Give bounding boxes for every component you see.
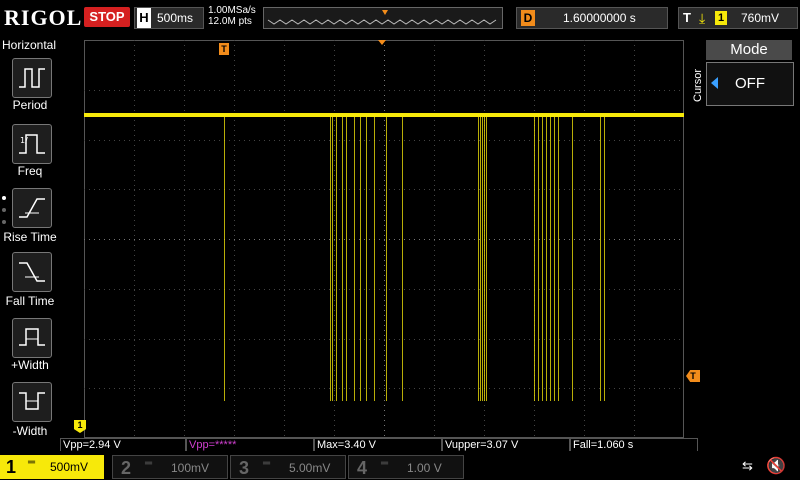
dc-coupling-icon: ═ [263, 458, 271, 469]
memory-depth: 12.0M pts [208, 16, 252, 27]
cursor-mode-title: Mode [706, 40, 792, 60]
memory-waveform-preview [267, 10, 497, 25]
run-stop-status[interactable]: STOP [84, 7, 130, 27]
left-menu-title: Horizontal [2, 38, 57, 52]
trigger-position-marker-icon [382, 10, 388, 15]
neg-width-label: -Width [12, 424, 48, 438]
fall-time-icon [19, 262, 45, 282]
channel-4-scale: 1.00 V [407, 461, 442, 475]
memory-overview-bar[interactable] [263, 7, 503, 29]
usb-icon: ⇆ [742, 458, 753, 473]
timebase-value: 500ms [157, 11, 194, 25]
trigger-level-value: 760mV [741, 11, 780, 25]
rise-time-button[interactable] [12, 188, 52, 228]
fall-time-label: Fall Time [5, 294, 55, 308]
channel-4-tab[interactable]: 4 ═ 1.00 V [348, 455, 464, 479]
cursor-mode-value: OFF [735, 75, 765, 92]
channel-2-tab[interactable]: 2 ═ 100mV [112, 455, 228, 479]
delay-display[interactable]: D 1.60000000 s [516, 7, 668, 29]
grid-lines [84, 40, 684, 438]
trigger-source-badge: 1 [715, 11, 727, 25]
measurement-max[interactable]: Max=3.40 V [314, 438, 442, 451]
measurement-fall[interactable]: Fall=1.060 s [570, 438, 698, 451]
channel-1-number: 1 [6, 457, 17, 477]
page-dot [2, 208, 6, 212]
brand-logo: RIGOL [4, 5, 83, 30]
ch1-high-level [84, 113, 684, 117]
channel-3-number: 3 [239, 458, 250, 478]
delay-badge: D [521, 10, 535, 26]
timebase-display[interactable]: H 500ms [134, 7, 204, 29]
channel-3-scale: 5.00mV [289, 461, 331, 475]
trigger-badge: T [683, 10, 691, 25]
dc-coupling-icon: ═ [145, 458, 153, 469]
svg-text:1/: 1/ [20, 136, 28, 145]
channel-3-tab[interactable]: 3 ═ 5.00mV [230, 455, 346, 479]
freq-icon: 1/ [19, 134, 45, 154]
period-icon [19, 68, 45, 88]
neg-width-button[interactable] [12, 382, 52, 422]
channel-2-scale: 100mV [171, 461, 210, 475]
delay-value: 1.60000000 s [563, 11, 636, 25]
page-dot-active [2, 196, 6, 200]
page-dot [2, 220, 6, 224]
sample-rate: 1.00MSa/s [208, 5, 256, 16]
dc-coupling-icon: ═ [381, 458, 389, 469]
cursor-mode-selector[interactable]: OFF [706, 62, 794, 106]
channel-1-tab[interactable]: 1 ═ 500mV [0, 455, 104, 479]
falling-edge-icon: ⤓ [699, 10, 706, 26]
waveform-display[interactable] [84, 40, 684, 438]
pos-width-icon [19, 328, 45, 346]
cursor-section-text: Cursor [692, 68, 704, 102]
trigger-center-marker-icon [378, 40, 386, 45]
trigger-position-marker[interactable]: T [219, 43, 229, 55]
measurement-vpp-ch1[interactable]: Vpp=2.94 V [60, 438, 186, 451]
trigger-display[interactable]: T ⤓ 1 760mV [678, 7, 798, 29]
pos-width-label: +Width [11, 358, 49, 372]
channel-2-number: 2 [121, 458, 132, 478]
neg-width-icon [19, 392, 45, 410]
pos-width-button[interactable] [12, 318, 52, 358]
measurement-vpp-ch3[interactable]: Vpp=***** [186, 438, 314, 451]
period-button[interactable] [12, 58, 52, 98]
dc-coupling-icon: ═ [28, 457, 36, 468]
channel-4-number: 4 [357, 458, 368, 478]
measurement-vupper[interactable]: Vupper=3.07 V [442, 438, 570, 451]
period-label: Period [12, 98, 48, 112]
rise-time-label: Rise Time [3, 230, 57, 244]
ch1-trace [84, 113, 684, 401]
fall-time-button[interactable] [12, 252, 52, 292]
freq-button[interactable]: 1/ [12, 124, 52, 164]
channel-1-scale: 500mV [50, 460, 89, 474]
timebase-badge: H [137, 8, 151, 28]
trigger-level-marker[interactable]: T [686, 370, 700, 382]
waveform-grid [84, 40, 684, 438]
speaker-mute-icon[interactable]: 🔇 [766, 456, 786, 476]
freq-label: Freq [17, 164, 43, 178]
rise-time-icon [19, 198, 45, 218]
